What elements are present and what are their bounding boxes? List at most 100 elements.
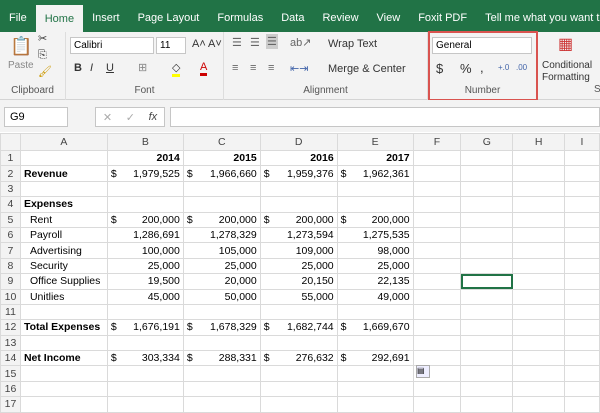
- quick-analysis-icon[interactable]: ▤: [416, 365, 430, 378]
- cell-value[interactable]: [182, 380, 261, 398]
- cell-value[interactable]: $1,959,376: [259, 165, 338, 182]
- cell-value[interactable]: $1,966,660: [182, 165, 261, 182]
- orientation-icon[interactable]: ab↗: [290, 36, 311, 49]
- cell-label[interactable]: [19, 380, 108, 398]
- cell-label[interactable]: Office Supplies: [19, 273, 108, 290]
- empty-cell[interactable]: [564, 180, 600, 198]
- empty-cell[interactable]: [412, 196, 462, 213]
- empty-cell[interactable]: [564, 165, 600, 182]
- column-header-B[interactable]: B: [106, 133, 184, 151]
- empty-cell[interactable]: [564, 334, 600, 352]
- tab-file[interactable]: File: [0, 12, 36, 32]
- align-center-icon[interactable]: ≡: [250, 62, 256, 74]
- cell-value[interactable]: [336, 334, 414, 352]
- empty-cell[interactable]: [564, 149, 600, 167]
- select-all-corner[interactable]: [0, 133, 21, 151]
- cell-value[interactable]: 25,000: [336, 257, 414, 275]
- align-top-icon[interactable]: ☰: [232, 36, 242, 49]
- cell-value[interactable]: $292,691: [336, 350, 414, 367]
- cell-value[interactable]: $276,632: [259, 350, 338, 367]
- row-header[interactable]: 6: [0, 226, 21, 244]
- tab-foxit-pdf[interactable]: Foxit PDF: [409, 12, 476, 32]
- row-header[interactable]: 16: [0, 380, 21, 398]
- empty-cell[interactable]: [512, 196, 566, 213]
- indent-icons[interactable]: ⇤⇥: [290, 62, 308, 75]
- cell-value[interactable]: $200,000: [182, 211, 261, 228]
- align-left-icon[interactable]: ≡: [232, 62, 238, 74]
- column-header-A[interactable]: A: [19, 133, 108, 151]
- column-header-H[interactable]: H: [512, 133, 566, 151]
- cell-label[interactable]: Security: [19, 257, 108, 275]
- row-header[interactable]: 5: [0, 211, 21, 228]
- paste-button[interactable]: Paste: [8, 60, 34, 71]
- tab-review[interactable]: Review: [313, 12, 367, 32]
- empty-cell[interactable]: [460, 211, 514, 228]
- empty-cell[interactable]: [412, 288, 462, 305]
- empty-cell[interactable]: [460, 380, 514, 398]
- column-header-G[interactable]: G: [460, 133, 514, 151]
- cell-label[interactable]: Rent: [19, 211, 108, 228]
- empty-cell[interactable]: [564, 273, 600, 290]
- cell-value[interactable]: 20,000: [182, 273, 261, 290]
- row-header[interactable]: 1: [0, 149, 21, 167]
- row-header[interactable]: 12: [0, 319, 21, 336]
- empty-cell[interactable]: [512, 165, 566, 182]
- conditional-button[interactable]: Conditional: [542, 60, 592, 71]
- borders-icon[interactable]: ⊞: [138, 61, 147, 74]
- cell-value[interactable]: $1,682,744: [259, 319, 338, 336]
- cell-value[interactable]: [106, 180, 184, 198]
- empty-cell[interactable]: [512, 319, 566, 336]
- cell-value[interactable]: $200,000: [336, 211, 414, 228]
- align-bottom-icon[interactable]: ☰: [266, 34, 278, 49]
- tab-insert[interactable]: Insert: [83, 12, 129, 32]
- font-color-icon[interactable]: A: [200, 61, 208, 76]
- row-header[interactable]: 7: [0, 242, 21, 259]
- cell-value[interactable]: 55,000: [259, 288, 338, 305]
- tab-data[interactable]: Data: [272, 12, 313, 32]
- cell-value[interactable]: 1,273,594: [259, 226, 338, 244]
- cell-value[interactable]: 109,000: [259, 242, 338, 259]
- empty-cell[interactable]: [564, 288, 600, 305]
- empty-cell[interactable]: [512, 149, 566, 167]
- cell-value[interactable]: $1,669,670: [336, 319, 414, 336]
- empty-cell[interactable]: [512, 365, 566, 382]
- font-name-select[interactable]: Calibri: [70, 37, 154, 54]
- bold-button[interactable]: B: [74, 62, 82, 74]
- empty-cell[interactable]: [460, 334, 514, 352]
- formula-input[interactable]: [170, 107, 600, 127]
- cell-value[interactable]: [106, 365, 184, 382]
- cell-label[interactable]: [19, 334, 108, 352]
- name-box[interactable]: G9: [4, 107, 68, 127]
- empty-cell[interactable]: [412, 380, 462, 398]
- cell-value[interactable]: $1,676,191: [106, 319, 184, 336]
- cell-value[interactable]: [336, 365, 414, 382]
- cell-label[interactable]: Advertising: [19, 242, 108, 259]
- empty-cell[interactable]: [412, 319, 462, 336]
- cut-icon[interactable]: ✂: [38, 32, 47, 45]
- empty-cell[interactable]: [412, 149, 462, 167]
- empty-cell[interactable]: [564, 257, 600, 275]
- row-header[interactable]: 3: [0, 180, 21, 198]
- empty-cell[interactable]: [564, 319, 600, 336]
- cell-value[interactable]: [106, 303, 184, 321]
- italic-button[interactable]: I: [90, 62, 93, 74]
- cell-value[interactable]: [259, 303, 338, 321]
- cell-label[interactable]: [19, 149, 108, 167]
- column-header-F[interactable]: F: [412, 133, 462, 151]
- empty-cell[interactable]: [564, 303, 600, 321]
- copy-icon[interactable]: ⎘: [38, 49, 47, 62]
- cell-value[interactable]: 105,000: [182, 242, 261, 259]
- cell-label[interactable]: Payroll: [19, 226, 108, 244]
- cell-value[interactable]: $1,678,329: [182, 319, 261, 336]
- empty-cell[interactable]: [412, 350, 462, 367]
- empty-cell[interactable]: [412, 334, 462, 352]
- cell-value[interactable]: 1,275,535: [336, 226, 414, 244]
- cell-label[interactable]: [19, 365, 108, 382]
- row-header[interactable]: 8: [0, 257, 21, 275]
- tell-me-search[interactable]: Tell me what you want to do: [476, 12, 600, 32]
- empty-cell[interactable]: [460, 180, 514, 198]
- cell-value[interactable]: [259, 380, 338, 398]
- formatting-button[interactable]: Formatting: [542, 72, 590, 83]
- empty-cell[interactable]: [564, 242, 600, 259]
- empty-cell[interactable]: [460, 149, 514, 167]
